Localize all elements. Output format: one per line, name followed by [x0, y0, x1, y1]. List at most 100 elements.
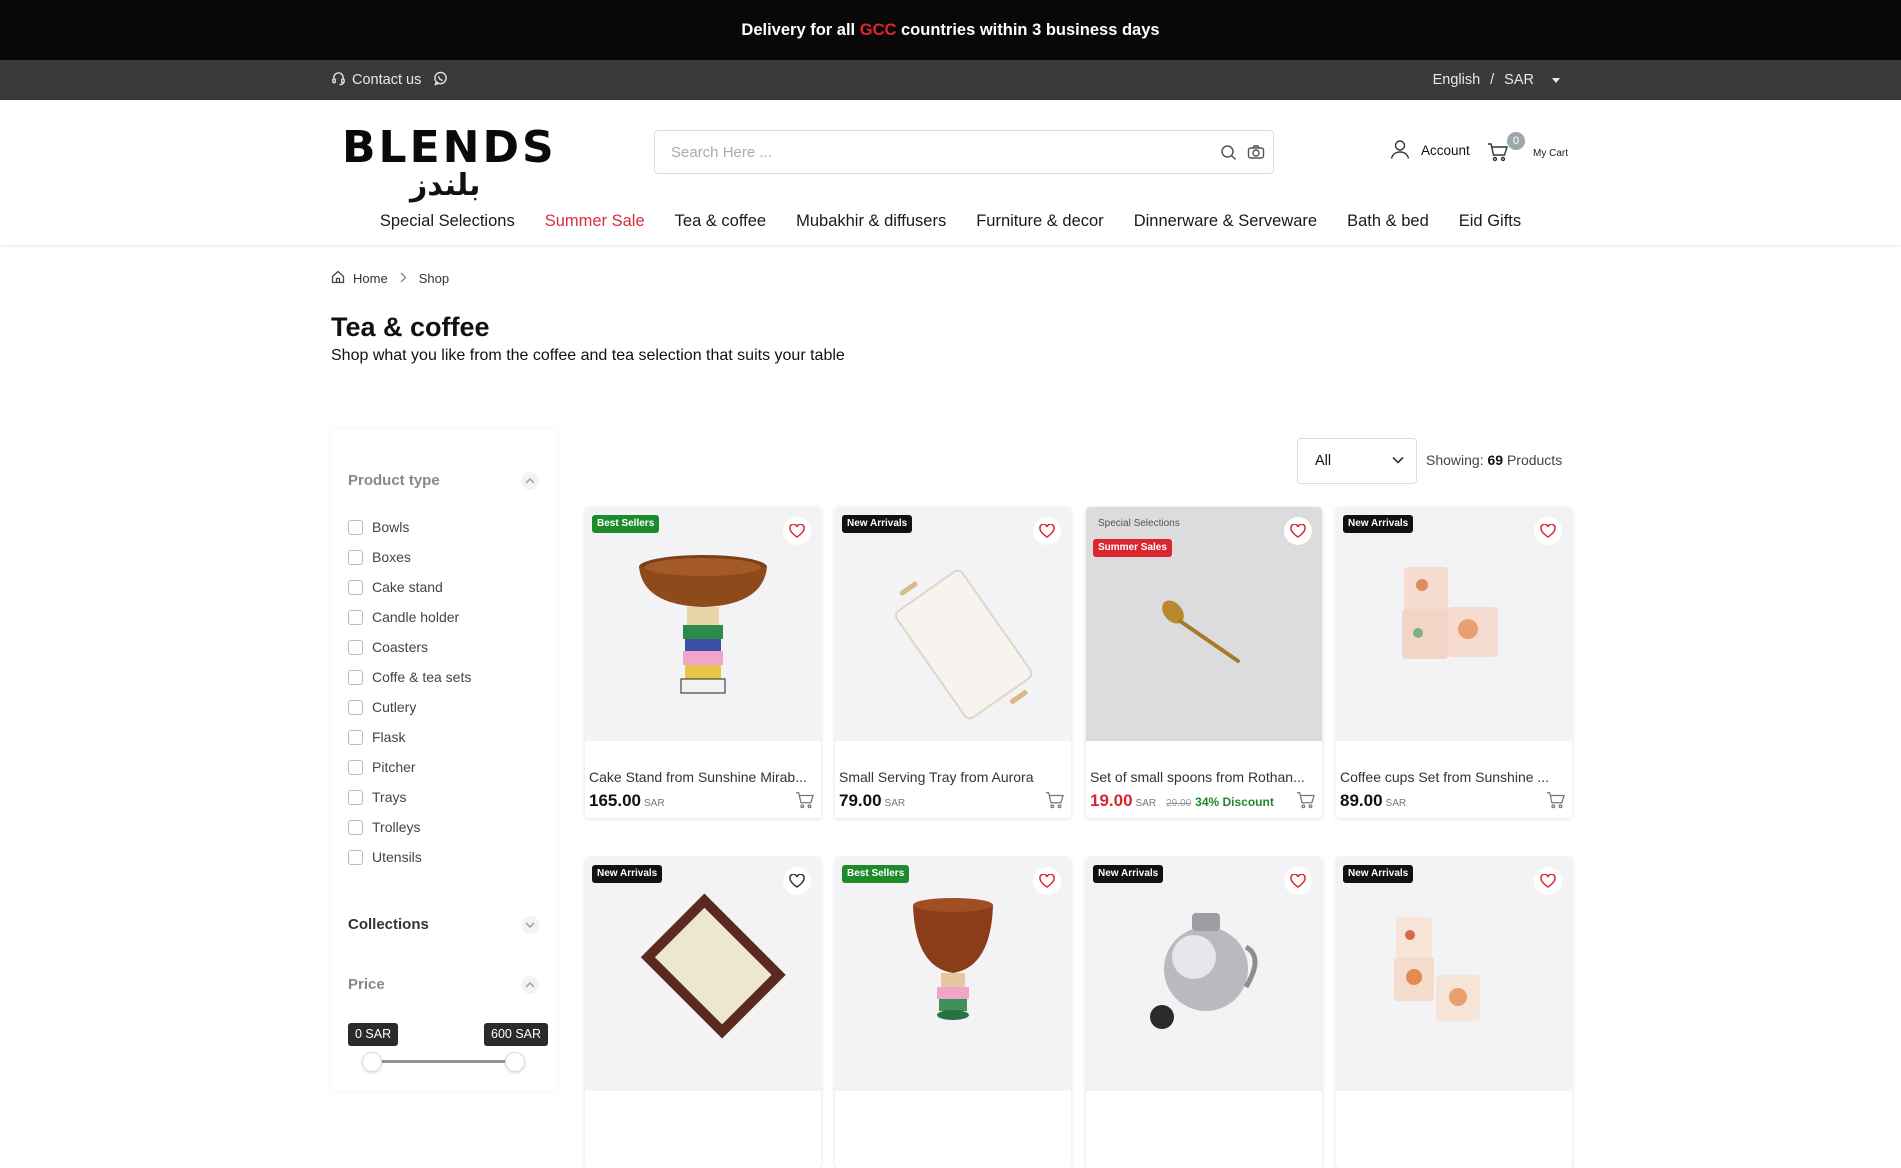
announcement-bar: Delivery for all GCC countries within 3 …	[0, 0, 1901, 60]
product-card[interactable]: Best Sellers Cake Stand from Sunshine Mi…	[585, 507, 821, 818]
filter-option-label: Coasters	[372, 639, 429, 655]
heart-icon[interactable]	[783, 867, 811, 895]
filter-option[interactable]: Boxes	[348, 542, 471, 572]
price-max-tag: 600 SAR	[484, 1023, 549, 1046]
add-to-cart-icon[interactable]	[1296, 791, 1316, 814]
price-min-tag: 0 SAR	[348, 1023, 399, 1046]
filter-option[interactable]: Bowls	[348, 512, 471, 542]
announcement-text-start: Delivery for all	[741, 20, 860, 39]
product-name[interactable]: Coffee cups Set from Sunshine ...	[1340, 769, 1565, 785]
new-arrivals-badge: New Arrivals	[842, 515, 913, 533]
sort-select[interactable]: All	[1297, 438, 1417, 484]
heart-icon[interactable]	[1534, 867, 1562, 895]
filter-collections-title[interactable]: Collections	[348, 916, 429, 933]
product-name[interactable]: Set of small spoons from Rothan...	[1090, 769, 1315, 785]
nav-summer-sale[interactable]: Summer Sale	[545, 212, 645, 231]
checkbox[interactable]	[348, 699, 363, 715]
price-slider-track[interactable]	[371, 1060, 516, 1063]
account-link[interactable]: Account	[1389, 138, 1470, 163]
nav-eid-gifts[interactable]: Eid Gifts	[1459, 212, 1521, 231]
account-label: Account	[1421, 143, 1470, 158]
checkbox[interactable]	[348, 789, 363, 805]
filter-option[interactable]: Coasters	[348, 632, 471, 662]
nav-mubakhir-diffusers[interactable]: Mubakhir & diffusers	[796, 212, 946, 231]
product-image[interactable]	[1336, 507, 1572, 741]
home-icon[interactable]	[331, 270, 345, 287]
filter-product-type-title[interactable]: Product type	[348, 472, 440, 489]
filter-option[interactable]: Utensils	[348, 842, 471, 872]
checkbox[interactable]	[348, 549, 363, 565]
product-card[interactable]: New Arrivals Coffee cups Set from Sunshi…	[1336, 507, 1572, 818]
product-name[interactable]: Small Serving Tray from Aurora	[839, 769, 1064, 785]
heart-icon[interactable]	[783, 517, 811, 545]
add-to-cart-icon[interactable]	[1546, 791, 1566, 814]
product-card[interactable]: Special Selections Summer Sales Set of s…	[1086, 507, 1322, 818]
product-image[interactable]	[1086, 857, 1322, 1091]
best-sellers-badge: Best Sellers	[592, 515, 660, 533]
filter-option-label: Flask	[372, 729, 406, 745]
filter-option[interactable]: Trolleys	[348, 812, 471, 842]
showing-count: 69	[1487, 452, 1504, 468]
cart-button[interactable]: 0 My Cart	[1487, 132, 1577, 172]
chevron-up-icon[interactable]	[521, 976, 539, 994]
utility-bar: Contact us English / SAR	[0, 60, 1901, 100]
checkbox[interactable]	[348, 759, 363, 775]
heart-icon[interactable]	[1033, 517, 1061, 545]
heart-icon[interactable]	[1284, 517, 1312, 545]
filter-option[interactable]: Coffe & tea sets	[348, 662, 471, 692]
checkbox[interactable]	[348, 519, 363, 535]
language-separator: /	[1490, 72, 1495, 88]
filter-option[interactable]: Cutlery	[348, 692, 471, 722]
product-card[interactable]: New Arrivals	[1336, 857, 1572, 1168]
price-slider-max-handle[interactable]	[505, 1052, 525, 1072]
nav-special-selections[interactable]: Special Selections	[380, 212, 515, 231]
brand-logo[interactable]: BLENDS بلندز	[342, 125, 554, 203]
search-box[interactable]: Search Here ...	[654, 130, 1274, 174]
price-slider-min-handle[interactable]	[362, 1052, 382, 1072]
filter-option[interactable]: Flask	[348, 722, 471, 752]
nav-tea-coffee[interactable]: Tea & coffee	[675, 212, 766, 231]
breadcrumb-home[interactable]: Home	[353, 271, 388, 286]
contact-us-link[interactable]: Contact us	[331, 60, 448, 100]
product-name[interactable]: Cake Stand from Sunshine Mirab...	[589, 769, 814, 785]
nav-furniture-decor[interactable]: Furniture & decor	[976, 212, 1103, 231]
heart-icon[interactable]	[1033, 867, 1061, 895]
checkbox[interactable]	[348, 849, 363, 865]
heart-icon[interactable]	[1534, 517, 1562, 545]
product-image[interactable]	[585, 507, 821, 741]
product-image[interactable]	[835, 857, 1071, 1091]
language-currency-selector[interactable]: English / SAR	[1433, 60, 1560, 100]
product-image[interactable]	[585, 857, 821, 1091]
chevron-up-icon[interactable]	[521, 472, 539, 490]
filter-option-label: Coffe & tea sets	[372, 669, 472, 685]
product-card[interactable]: New Arrivals Small Serving Tray from Aur…	[835, 507, 1071, 818]
page-title: Tea & coffee	[331, 312, 490, 342]
filter-option[interactable]: Trays	[348, 782, 471, 812]
checkbox[interactable]	[348, 579, 363, 595]
filter-option[interactable]: Candle holder	[348, 602, 471, 632]
filter-price-title[interactable]: Price	[348, 976, 385, 993]
checkbox[interactable]	[348, 819, 363, 835]
add-to-cart-icon[interactable]	[795, 791, 815, 814]
search-input[interactable]: Search Here ...	[671, 131, 772, 175]
chevron-down-icon[interactable]	[521, 916, 539, 934]
showing-label: Showing:	[1426, 452, 1484, 468]
product-card[interactable]: New Arrivals	[1086, 857, 1322, 1168]
filter-option[interactable]: Cake stand	[348, 572, 471, 602]
camera-icon[interactable]	[1247, 144, 1265, 166]
product-card[interactable]: Best Sellers	[835, 857, 1071, 1168]
search-icon[interactable]	[1220, 144, 1237, 166]
add-to-cart-icon[interactable]	[1045, 791, 1065, 814]
whatsapp-icon[interactable]	[433, 71, 448, 90]
checkbox[interactable]	[348, 639, 363, 655]
heart-icon[interactable]	[1284, 867, 1312, 895]
nav-dinnerware-serveware[interactable]: Dinnerware & Serveware	[1134, 212, 1317, 231]
product-image[interactable]	[1336, 857, 1572, 1091]
product-image[interactable]	[835, 507, 1071, 741]
checkbox[interactable]	[348, 609, 363, 625]
nav-bath-bed[interactable]: Bath & bed	[1347, 212, 1429, 231]
checkbox[interactable]	[348, 729, 363, 745]
filter-option[interactable]: Pitcher	[348, 752, 471, 782]
checkbox[interactable]	[348, 669, 363, 685]
product-card[interactable]: New Arrivals	[585, 857, 821, 1168]
